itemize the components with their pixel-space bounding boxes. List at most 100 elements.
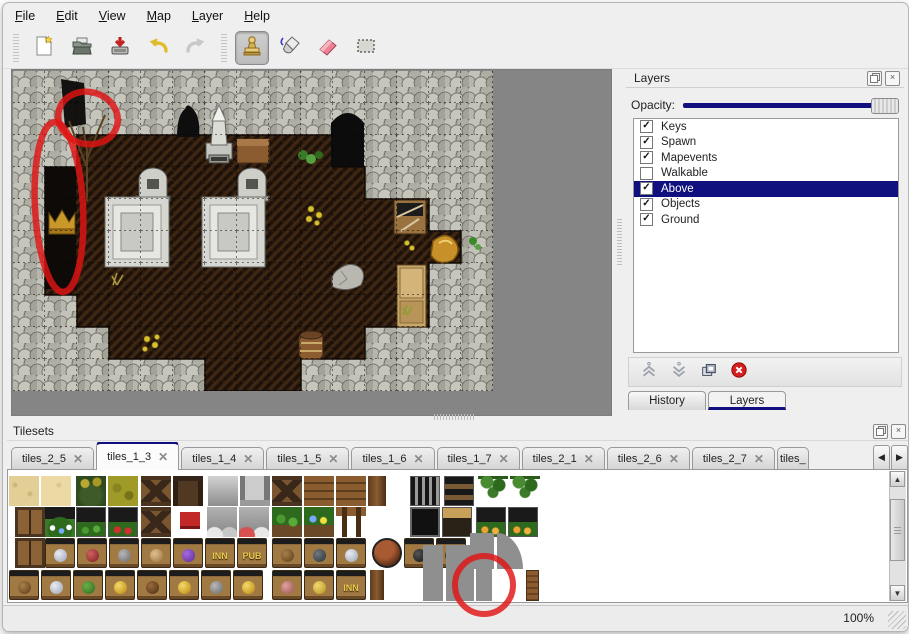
tileset-tile-gray-sq[interactable] bbox=[446, 545, 474, 601]
tileset-tile-sign-hang[interactable] bbox=[336, 538, 366, 568]
dock-tab-history[interactable]: History bbox=[628, 391, 706, 410]
close-tab-icon[interactable]: ✕ bbox=[413, 452, 423, 466]
scroll-up-button[interactable]: ▲ bbox=[890, 471, 905, 487]
save-button[interactable] bbox=[103, 31, 137, 65]
horizontal-splitter[interactable] bbox=[434, 414, 476, 420]
tileset-tile-gray-corner[interactable] bbox=[497, 533, 523, 569]
tileset-tile-gray-grad[interactable] bbox=[208, 476, 238, 506]
tileset-tile-beam-x[interactable] bbox=[141, 507, 171, 537]
tileset-tile-shutters[interactable] bbox=[15, 538, 45, 568]
tileset-tile-sign-hang[interactable] bbox=[304, 538, 334, 568]
layer-visibility-checkbox[interactable]: ✓ bbox=[640, 120, 653, 133]
tileset-tile-sign-hang[interactable]: INN bbox=[336, 570, 366, 600]
tileset-tile-sand[interactable] bbox=[9, 476, 39, 506]
tileset-tile-sign-hang[interactable] bbox=[304, 570, 334, 600]
layer-row-mapevents[interactable]: ✓Mapevents bbox=[634, 150, 898, 166]
toolbar-grip[interactable] bbox=[221, 34, 227, 62]
close-tab-icon[interactable]: ✕ bbox=[499, 452, 509, 466]
tileset-tile-hang-plant[interactable] bbox=[478, 476, 508, 506]
tileset-tab-tiles_2_5[interactable]: tiles_2_5✕ bbox=[11, 447, 94, 470]
tileset-tile-sign[interactable] bbox=[109, 538, 139, 568]
tileset-tile-gray-sq[interactable] bbox=[476, 558, 492, 601]
splitter-grip[interactable] bbox=[617, 217, 622, 265]
menu-map[interactable]: Map bbox=[147, 9, 171, 23]
tileset-tile-sign[interactable] bbox=[169, 570, 199, 600]
tileset-tile-hang-plant[interactable] bbox=[510, 476, 540, 506]
tileset-tab-tiles_1_6[interactable]: tiles_1_6✕ bbox=[351, 447, 434, 470]
tileset-tab-tiles_1_4[interactable]: tiles_1_4✕ bbox=[181, 447, 264, 470]
tab-scroll-right-button[interactable]: ▶ bbox=[891, 445, 908, 471]
layer-row-walkable[interactable]: Walkable bbox=[634, 166, 898, 182]
layer-visibility-checkbox[interactable] bbox=[640, 167, 653, 180]
tileset-tile-post[interactable] bbox=[526, 570, 539, 601]
tileset-tile-flowerbox-mixed[interactable] bbox=[45, 507, 75, 537]
new-file-button[interactable] bbox=[27, 31, 61, 65]
tileset-tile-win-dark[interactable] bbox=[410, 507, 440, 537]
tileset-tile-mailbox[interactable] bbox=[175, 507, 205, 537]
tileset-tile-balcony[interactable] bbox=[336, 476, 366, 506]
rect-select-tool-button[interactable] bbox=[349, 31, 383, 65]
tileset-tile-beam-post[interactable] bbox=[173, 476, 203, 506]
tileset-tile-sign-hang[interactable] bbox=[272, 570, 302, 600]
tileset-tab-tiles_1_5[interactable]: tiles_1_5✕ bbox=[266, 447, 349, 470]
tileset-tile-win-flower-green[interactable] bbox=[76, 507, 106, 537]
tileset-tile-bush-dark[interactable] bbox=[76, 476, 106, 506]
layer-visibility-checkbox[interactable]: ✓ bbox=[640, 151, 653, 164]
tileset-tile-flowerbox-blue[interactable] bbox=[304, 507, 334, 537]
tileset-tile-awning-red[interactable] bbox=[239, 507, 269, 537]
tileset-tab-tiles_1_7[interactable]: tiles_1_7✕ bbox=[437, 447, 520, 470]
tileset-tile-sign[interactable] bbox=[73, 570, 103, 600]
menu-view[interactable]: View bbox=[99, 9, 126, 23]
layer-row-spawn[interactable]: ✓Spawn bbox=[634, 135, 898, 151]
layer-row-objects[interactable]: ✓Objects bbox=[634, 197, 898, 213]
tileset-tile-sign[interactable] bbox=[45, 538, 75, 568]
close-tab-icon[interactable]: ✕ bbox=[328, 452, 338, 466]
tileset-tile-sign[interactable] bbox=[233, 570, 263, 600]
layer-row-ground[interactable]: ✓Ground bbox=[634, 212, 898, 228]
menu-help[interactable]: Help bbox=[244, 9, 270, 23]
close-tab-icon[interactable]: ✕ bbox=[158, 450, 168, 464]
close-tab-icon[interactable]: ✕ bbox=[754, 452, 764, 466]
layer-visibility-checkbox[interactable]: ✓ bbox=[640, 213, 653, 226]
tileset-tile-awning-gray[interactable] bbox=[207, 507, 237, 537]
tileset-tile-sign[interactable] bbox=[77, 538, 107, 568]
tileset-tab-tiles_2_1[interactable]: tiles_2_1✕ bbox=[522, 447, 605, 470]
tileset-tile-balcony[interactable] bbox=[304, 476, 334, 506]
menu-layer[interactable]: Layer bbox=[192, 9, 223, 23]
tileset-tile-win-bars[interactable] bbox=[410, 476, 440, 506]
tileset-scrollbar[interactable]: ▲ ▼ bbox=[889, 471, 906, 601]
tileset-tile-win-shelf[interactable] bbox=[444, 476, 474, 506]
layer-row-keys[interactable]: ✓Keys bbox=[634, 119, 898, 135]
open-button[interactable] bbox=[65, 31, 99, 65]
float-panel-icon[interactable] bbox=[867, 71, 882, 86]
close-tab-icon[interactable]: ✕ bbox=[243, 452, 253, 466]
tileset-tab-tiles_2_7[interactable]: tiles_2_7✕ bbox=[692, 447, 775, 470]
fill-tool-button[interactable] bbox=[273, 31, 307, 65]
toolbar-grip[interactable] bbox=[13, 34, 19, 62]
tileset-tile-post-v[interactable] bbox=[370, 570, 384, 600]
scroll-down-button[interactable]: ▼ bbox=[890, 585, 905, 601]
tileset-tile-sign[interactable] bbox=[9, 570, 39, 600]
close-panel-icon[interactable]: × bbox=[891, 424, 906, 439]
layer-row-above[interactable]: ✓Above bbox=[634, 181, 898, 197]
tileset-tile-win-flower-orange[interactable] bbox=[508, 507, 538, 537]
dock-tab-layers[interactable]: Layers bbox=[708, 391, 786, 410]
stamp-tool-button[interactable] bbox=[235, 31, 269, 65]
tileset-tile-sign[interactable]: INN bbox=[205, 538, 235, 568]
close-tab-icon[interactable]: ✕ bbox=[73, 452, 83, 466]
tileset-tile-sign-hang[interactable] bbox=[272, 538, 302, 568]
scrollbar-thumb[interactable] bbox=[890, 499, 905, 561]
close-tab-icon[interactable]: ✕ bbox=[584, 452, 594, 466]
tileset-tab-tiles_1_3[interactable]: tiles_1_3✕ bbox=[96, 442, 179, 470]
layer-visibility-checkbox[interactable]: ✓ bbox=[640, 182, 653, 195]
tileset-tile-sign[interactable] bbox=[141, 538, 171, 568]
undo-button[interactable] bbox=[141, 31, 175, 65]
tileset-palette[interactable]: INNPUBINN ▲ ▼ bbox=[7, 469, 908, 603]
resize-grip[interactable] bbox=[888, 611, 906, 629]
tileset-tile-sign[interactable] bbox=[105, 570, 135, 600]
raise-layer-button[interactable] bbox=[639, 362, 659, 382]
menu-edit[interactable]: Edit bbox=[56, 9, 78, 23]
redo-button[interactable] bbox=[179, 31, 213, 65]
opacity-slider-track[interactable] bbox=[683, 103, 895, 108]
close-panel-icon[interactable]: × bbox=[885, 71, 900, 86]
